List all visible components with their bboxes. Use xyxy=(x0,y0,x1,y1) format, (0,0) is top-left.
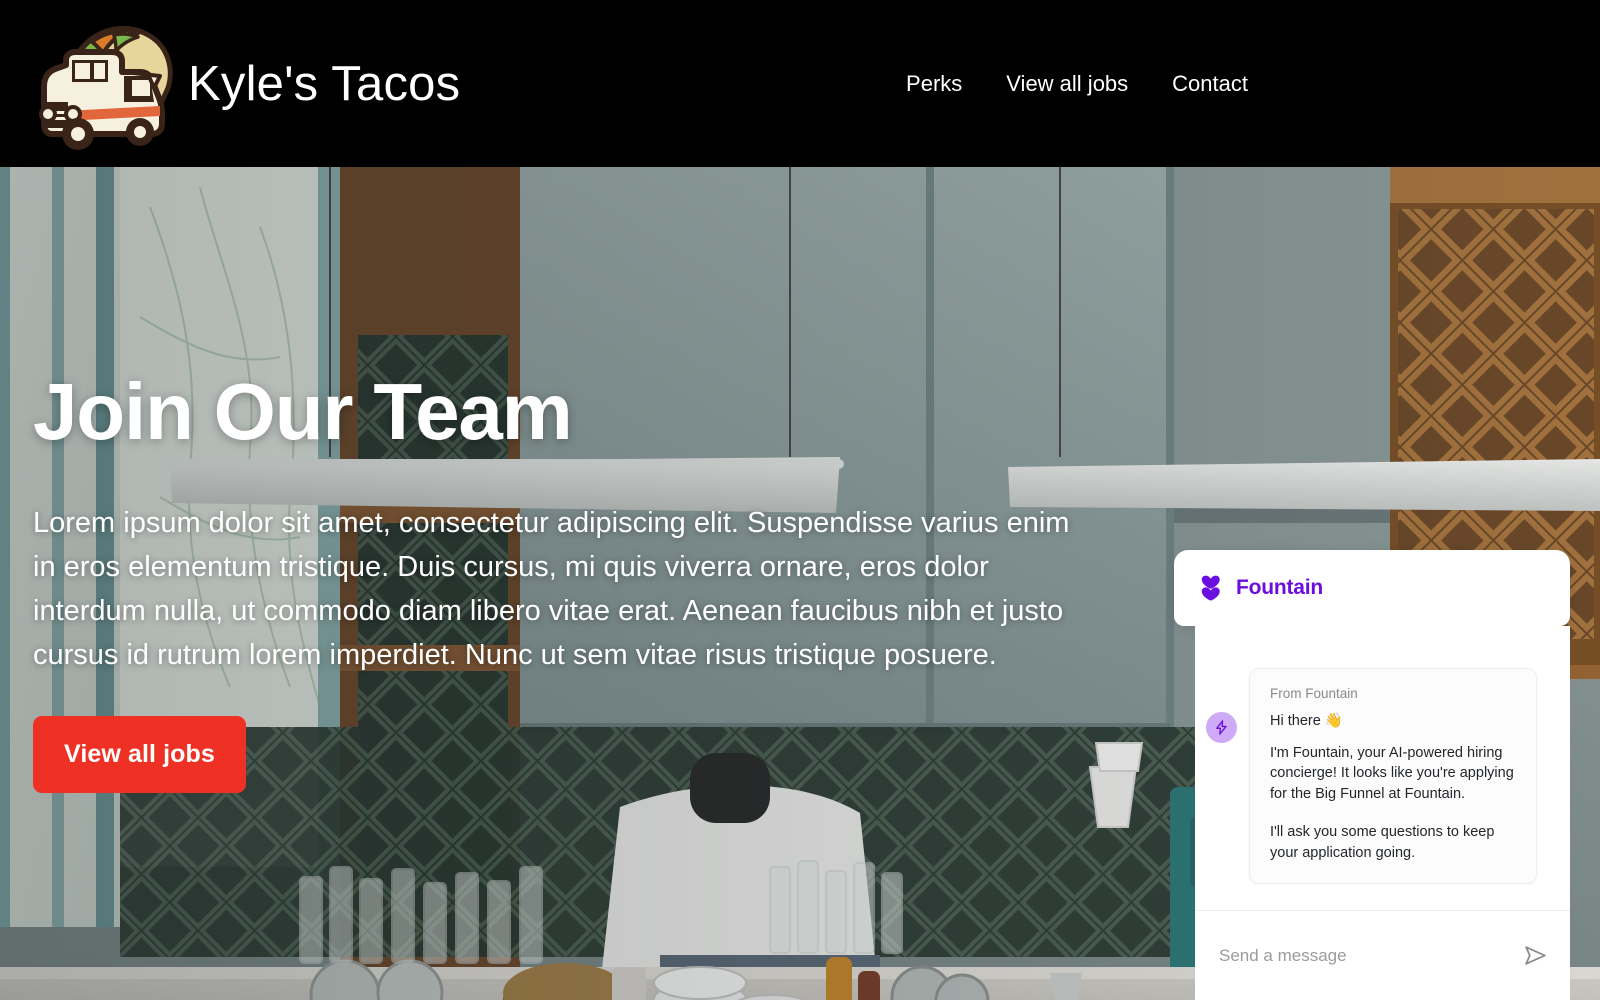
view-all-jobs-button[interactable]: View all jobs xyxy=(33,716,246,794)
site-header: Kyle's Tacos Perks View all jobs Contact xyxy=(0,0,1600,167)
avatar xyxy=(1206,712,1237,743)
message-sender-label: From Fountain xyxy=(1270,686,1358,701)
hero-content: Join Our Team Lorem ipsum dolor sit amet… xyxy=(0,167,1130,794)
hero-description: Lorem ipsum dolor sit amet, consectetur … xyxy=(33,507,1070,672)
message-greeting: Hi there 👋 xyxy=(1270,713,1343,729)
message-intro: I'm Fountain, your AI-powered hiring con… xyxy=(1270,744,1514,802)
primary-navigation: Perks View all jobs Contact xyxy=(884,63,1270,105)
nav-link-view-all-jobs[interactable]: View all jobs xyxy=(984,63,1150,105)
lightning-bolt-icon xyxy=(1216,720,1227,735)
send-paper-plane-icon[interactable] xyxy=(1523,943,1548,968)
message-followup: I'll ask you some questions to keep your… xyxy=(1270,824,1495,861)
chat-message-list: From Fountain Hi there 👋 I'm Fountain, y… xyxy=(1195,626,1570,910)
taco-truck-icon xyxy=(39,25,173,150)
chat-brand-name: Fountain xyxy=(1236,576,1324,599)
chat-message-bubble: From Fountain Hi there 👋 I'm Fountain, y… xyxy=(1249,668,1537,885)
page-title: Join Our Team xyxy=(33,367,573,456)
brand-logo-link[interactable]: Kyle's Tacos xyxy=(28,14,460,154)
chat-composer xyxy=(1195,910,1570,1000)
landing-page: Kyle's Tacos Perks View all jobs Contact xyxy=(0,0,1600,1000)
nav-link-perks[interactable]: Perks xyxy=(884,63,984,105)
chat-message-input[interactable] xyxy=(1219,945,1523,966)
fountain-logo-icon xyxy=(1201,575,1220,601)
fountain-chat-widget: Fountain From Fountain Hi there 👋 I'm Fo… xyxy=(1174,550,1570,1000)
brand-name: Kyle's Tacos xyxy=(188,56,461,111)
nav-link-contact[interactable]: Contact xyxy=(1150,63,1270,105)
chat-widget-header[interactable]: Fountain xyxy=(1174,550,1570,626)
